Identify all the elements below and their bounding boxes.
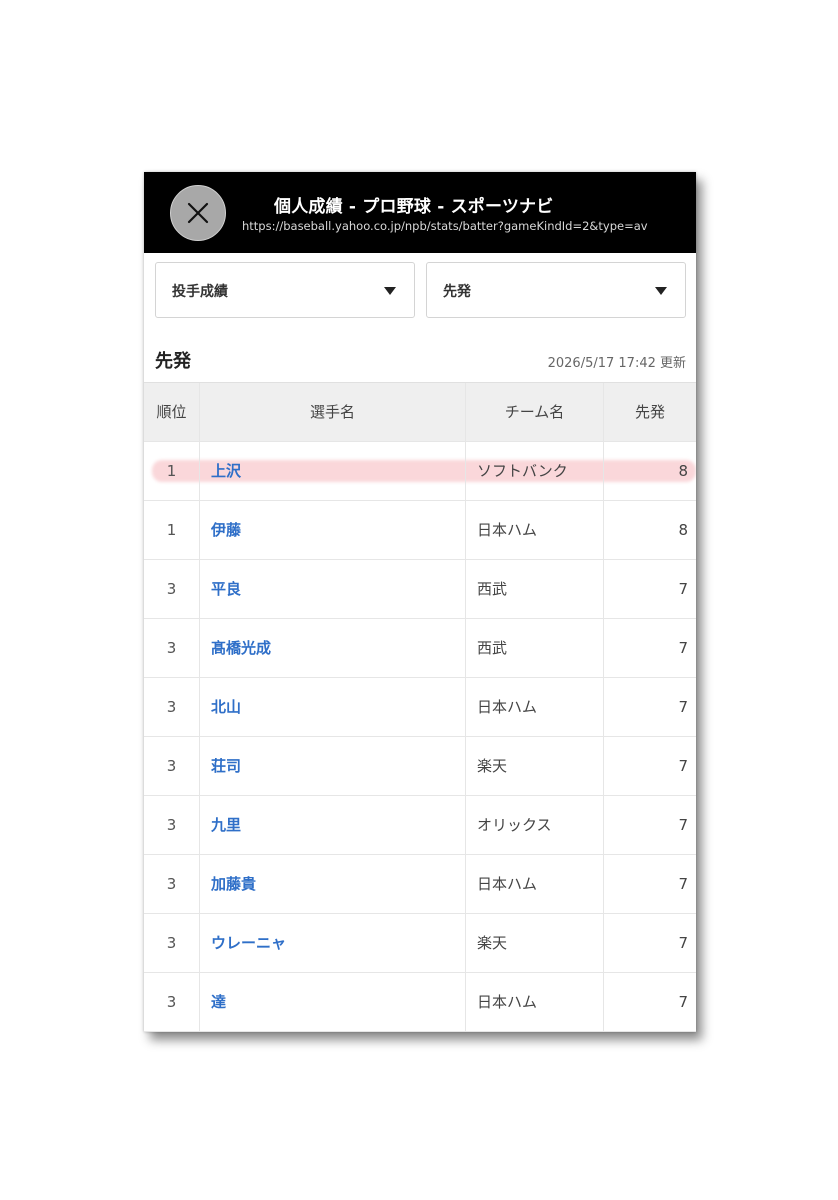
starts-cell: 7 <box>603 973 696 1031</box>
table-row: 3 九里 オリックス 7 <box>144 796 696 855</box>
page-title: 個人成績 - プロ野球 - スポーツナビ <box>274 197 554 217</box>
team-cell: 日本ハム <box>465 973 603 1031</box>
player-link[interactable]: 北山 <box>211 698 241 716</box>
table-row: 3 ウレーニャ 楽天 7 <box>144 914 696 973</box>
starts-cell: 7 <box>603 914 696 972</box>
rank-cell: 3 <box>166 816 177 834</box>
updated-timestamp: 2026/5/17 17:42 更新 <box>547 356 686 371</box>
rank-cell: 1 <box>166 521 177 539</box>
caret-down-icon <box>384 287 396 295</box>
player-link[interactable]: 伊藤 <box>211 521 241 539</box>
player-cell: 平良 <box>199 560 465 618</box>
stat-select-value: 先発 <box>443 284 471 300</box>
team-cell: ソフトバンク <box>465 442 603 500</box>
stat-select[interactable]: 先発 <box>426 262 686 318</box>
category-select[interactable]: 投手成績 <box>155 262 415 318</box>
rank-cell: 3 <box>166 875 177 893</box>
rank-cell: 1 <box>166 462 177 480</box>
team-cell: 日本ハム <box>465 678 603 736</box>
table-row: 3 達 日本ハム 7 <box>144 973 696 1032</box>
player-link[interactable]: 加藤貴 <box>211 875 256 893</box>
player-link[interactable]: 九里 <box>211 816 241 834</box>
team-cell: オリックス <box>465 796 603 854</box>
stats-table: 順位 選手名 チーム名 先発 1 上沢 ソフトバンク 8 1 伊藤 日本ハム 8… <box>144 382 696 1032</box>
table-row: 1 上沢 ソフトバンク 8 <box>144 442 696 501</box>
team-cell: 日本ハム <box>465 855 603 913</box>
rank-cell: 3 <box>166 934 177 952</box>
player-link[interactable]: 上沢 <box>211 462 241 480</box>
table-row: 3 北山 日本ハム 7 <box>144 678 696 737</box>
starts-cell: 7 <box>603 796 696 854</box>
player-link[interactable]: ウレーニャ <box>211 934 286 952</box>
table-row: 3 平良 西武 7 <box>144 560 696 619</box>
team-cell: 西武 <box>465 560 603 618</box>
starts-cell: 7 <box>603 619 696 677</box>
player-cell: 伊藤 <box>199 501 465 559</box>
starts-cell: 7 <box>603 737 696 795</box>
top-bar: 個人成績 - プロ野球 - スポーツナビ https://baseball.ya… <box>144 172 696 253</box>
table-header-row: 順位 選手名 チーム名 先発 <box>144 383 696 442</box>
player-link[interactable]: 平良 <box>211 580 241 598</box>
team-cell: 日本ハム <box>465 501 603 559</box>
player-link[interactable]: 達 <box>211 993 226 1011</box>
starts-cell: 7 <box>603 855 696 913</box>
table-row: 3 荘司 楽天 7 <box>144 737 696 796</box>
rank-cell: 3 <box>166 698 177 716</box>
player-cell: 達 <box>199 973 465 1031</box>
table-row: 1 伊藤 日本ハム 8 <box>144 501 696 560</box>
column-header-team[interactable]: チーム名 <box>465 383 603 441</box>
caret-down-icon <box>655 287 667 295</box>
close-icon <box>187 202 209 224</box>
starts-cell: 7 <box>603 678 696 736</box>
rank-cell: 3 <box>166 580 177 598</box>
player-cell: 北山 <box>199 678 465 736</box>
column-header-rank[interactable]: 順位 <box>144 383 199 441</box>
player-cell: 九里 <box>199 796 465 854</box>
category-select-value: 投手成績 <box>172 284 228 300</box>
page-url: https://baseball.yahoo.co.jp/npb/stats/b… <box>242 219 648 233</box>
player-cell: 髙橋光成 <box>199 619 465 677</box>
close-button[interactable] <box>170 185 226 241</box>
player-cell: 上沢 <box>199 442 465 500</box>
team-cell: 西武 <box>465 619 603 677</box>
rank-cell: 3 <box>166 757 177 775</box>
team-cell: 楽天 <box>465 914 603 972</box>
player-cell: 加藤貴 <box>199 855 465 913</box>
section-title: 先発 <box>155 351 191 372</box>
column-header-starts[interactable]: 先発 <box>603 383 696 441</box>
rank-cell: 3 <box>166 639 177 657</box>
column-header-player[interactable]: 選手名 <box>199 383 465 441</box>
team-cell: 楽天 <box>465 737 603 795</box>
starts-cell: 8 <box>603 501 696 559</box>
rank-cell: 3 <box>166 993 177 1011</box>
table-row: 3 加藤貴 日本ハム 7 <box>144 855 696 914</box>
table-row: 3 髙橋光成 西武 7 <box>144 619 696 678</box>
player-link[interactable]: 荘司 <box>211 757 241 775</box>
browser-overlay: 個人成績 - プロ野球 - スポーツナビ https://baseball.ya… <box>144 172 696 1032</box>
starts-cell: 7 <box>603 560 696 618</box>
player-cell: ウレーニャ <box>199 914 465 972</box>
player-link[interactable]: 髙橋光成 <box>211 639 271 657</box>
player-cell: 荘司 <box>199 737 465 795</box>
starts-cell: 8 <box>603 442 696 500</box>
